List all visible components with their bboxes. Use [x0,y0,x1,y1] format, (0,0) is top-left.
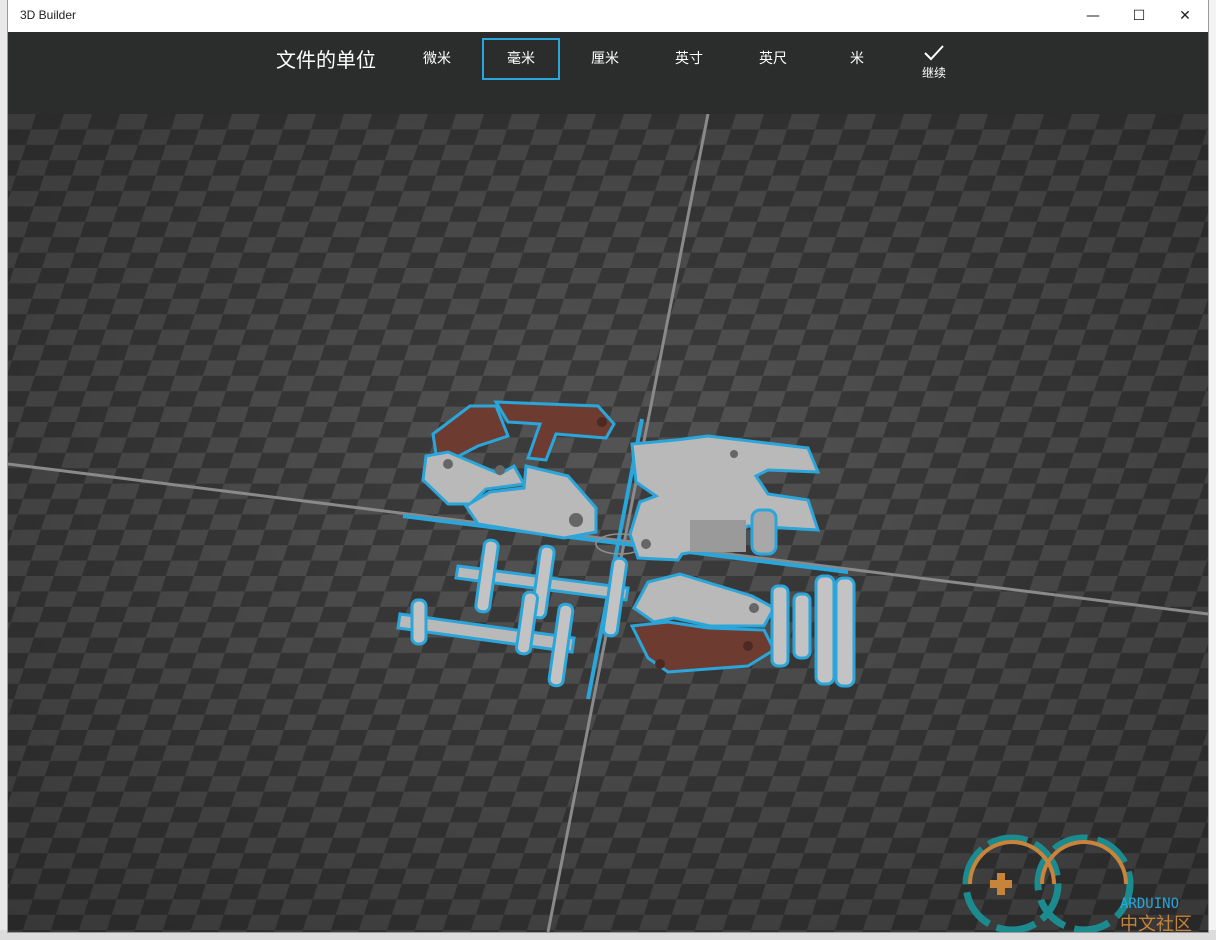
hole [443,459,453,469]
hole [730,450,738,458]
hole [749,603,759,613]
part-pin[interactable] [410,598,428,646]
unit-option-millimeter[interactable]: 毫米 [482,38,560,80]
title-bar: 3D Builder — ☐ ✕ [8,0,1208,32]
continue-button[interactable]: 继续 [906,44,962,92]
part-rod[interactable] [834,576,856,688]
arduino-logo-icon: ARDUINO 中文社区 [962,834,1192,932]
unit-label: 厘米 [591,51,619,67]
3d-scene[interactable] [8,114,1208,932]
unit-label: 英寸 [675,51,703,67]
minimize-button[interactable]: — [1070,0,1116,32]
unit-label: 米 [850,51,864,67]
hole [597,417,607,427]
part-rod[interactable] [770,584,790,668]
arduino-watermark: ARDUINO 中文社区 [960,828,1208,932]
unit-option-inch[interactable]: 英寸 [650,38,728,80]
unit-option-foot[interactable]: 英尺 [734,38,812,80]
maximize-button[interactable]: ☐ [1116,0,1162,32]
3d-viewport[interactable] [8,114,1208,932]
viewport-vignette [8,114,1208,932]
continue-label: 继续 [921,66,946,80]
part-rod[interactable] [792,592,812,660]
part-gray-block [690,520,746,552]
maximize-icon: ☐ [1132,8,1146,24]
background-desktop-strip [1208,0,1216,940]
units-toolbar: 文件的单位 微米 毫米 厘米 英寸 英尺 米 继续 [8,32,1208,114]
unit-label: 微米 [423,51,451,67]
hole [743,641,753,651]
checkmark-icon [924,45,944,61]
arduino-brand-text: ARDUINO [1120,896,1179,912]
unit-option-meter[interactable]: 米 [818,38,896,80]
hole [569,513,583,527]
close-button[interactable]: ✕ [1162,0,1208,32]
hole [655,659,665,669]
hole [641,539,651,549]
hole [495,465,505,475]
part-rod[interactable] [814,574,836,686]
close-icon: ✕ [1179,8,1191,24]
arduino-subtitle-text: 中文社区 [1120,914,1192,932]
unit-option-micrometer[interactable]: 微米 [398,38,476,80]
units-heading: 文件的单位 [276,48,376,72]
unit-label: 英尺 [759,51,787,67]
window-title: 3D Builder [20,8,77,22]
unit-label: 毫米 [507,51,535,67]
part-gray-cylinder[interactable] [750,508,778,556]
unit-option-centimeter[interactable]: 厘米 [566,38,644,80]
app-window: 3D Builder — ☐ ✕ 文件的单位 微米 毫米 厘米 英寸 英尺 米 … [8,0,1208,932]
minimize-icon: — [1086,8,1100,24]
